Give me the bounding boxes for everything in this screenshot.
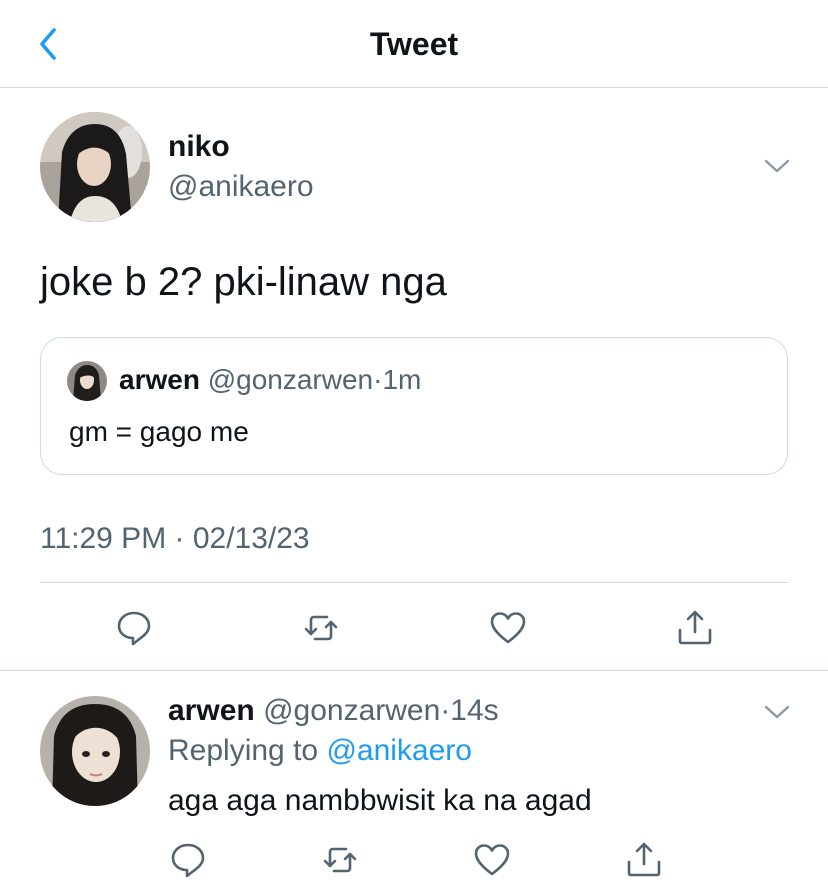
quoted-author-name: arwen [119, 364, 200, 395]
tweet-text: joke b 2? pki-linaw nga [40, 260, 447, 304]
retweet-icon [304, 615, 338, 641]
replying-to-label: Replying to [168, 734, 319, 767]
replying-to-line: Replying to @anikaero [168, 734, 472, 768]
retweet-button[interactable] [320, 840, 360, 880]
author-handle[interactable]: @anikaero [168, 170, 314, 204]
reply-icon [117, 611, 151, 646]
avatar-photo [40, 696, 150, 806]
avatar-photo [40, 112, 150, 222]
reply-options-button[interactable] [762, 702, 792, 722]
share-icon [627, 842, 661, 877]
like-button[interactable] [472, 840, 512, 880]
reply-age: 14s [450, 694, 499, 727]
quoted-tweet-header: arwen @gonzarwen·1m [119, 364, 421, 396]
quoted-tweet-text: gm = gago me [69, 416, 249, 447]
quoted-author-handle: @gonzarwen [207, 364, 374, 395]
author-display-name[interactable]: niko [168, 130, 230, 164]
like-button[interactable] [488, 608, 528, 648]
chevron-down-icon [764, 705, 790, 719]
replying-to-mention[interactable]: @anikaero [326, 734, 472, 767]
top-nav-bar: Tweet [0, 0, 828, 88]
like-icon [490, 612, 526, 644]
quoted-author-avatar [67, 361, 107, 401]
reply-header: arwen @gonzarwen·14s [168, 694, 499, 728]
quoted-tweet-age: 1m [382, 364, 422, 395]
reply-author-handle[interactable]: @gonzarwen [263, 694, 440, 727]
share-button[interactable] [675, 608, 715, 648]
meta-separator: · [440, 694, 451, 727]
quoted-tweet-card[interactable]: arwen @gonzarwen·1m gm = gago me [40, 337, 788, 475]
reply-author-name[interactable]: arwen [168, 694, 255, 727]
divider [0, 670, 828, 671]
divider [40, 582, 788, 583]
reply-icon [171, 843, 205, 878]
retweet-button[interactable] [301, 608, 341, 648]
author-avatar[interactable] [40, 112, 150, 222]
reply-button[interactable] [168, 840, 208, 880]
share-icon [678, 610, 712, 645]
reply-button[interactable] [114, 608, 154, 648]
tweet-options-button[interactable] [762, 156, 792, 176]
reply-author-avatar[interactable] [40, 696, 150, 806]
page-title: Tweet [369, 26, 459, 62]
reply-text: aga aga nambbwisit ka na agad [168, 784, 592, 817]
avatar-photo [67, 361, 107, 401]
share-button[interactable] [624, 840, 664, 880]
like-icon [474, 844, 510, 876]
retweet-icon [323, 847, 357, 873]
chevron-down-icon [764, 159, 790, 173]
tweet-timestamp[interactable]: 11:29 PM · 02/13/23 [40, 522, 310, 556]
